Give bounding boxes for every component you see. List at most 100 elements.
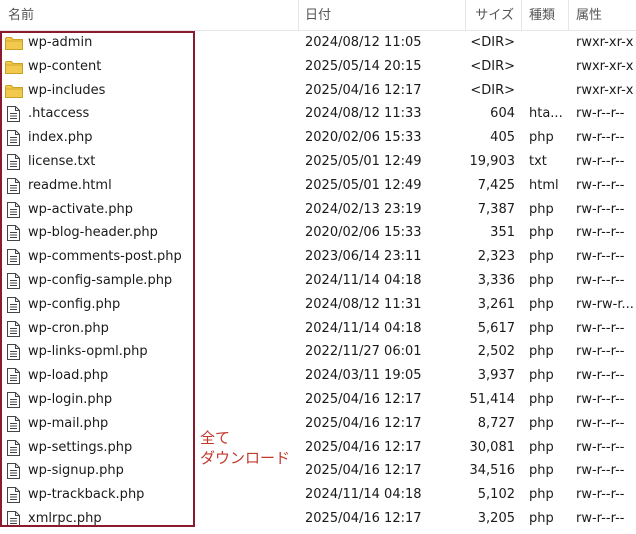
file-size: <DIR> <box>470 35 515 50</box>
file-row[interactable]: wp-config-sample.php 2024/11/14 04:18 3,33… <box>0 269 636 293</box>
file-date: 2023/06/14 23:11 <box>305 249 422 265</box>
file-name: wp-config-sample.php <box>28 272 173 288</box>
column-divider[interactable] <box>521 0 522 30</box>
file-row[interactable]: readme.html 2025/05/01 12:49 7,425 html rw-r… <box>0 174 636 198</box>
file-row[interactable]: wp-activate.php 2024/02/13 23:19 7,387 php r… <box>0 198 636 222</box>
file-row[interactable]: wp-config.php 2024/08/12 11:31 3,261 php rw-… <box>0 293 636 317</box>
file-icon <box>5 507 23 531</box>
file-name: wp-trackback.php <box>28 487 145 503</box>
file-date: 2024/03/11 19:05 <box>305 368 422 384</box>
file-row[interactable]: .htaccess 2024/08/12 11:33 604 hta... rw-r--… <box>0 102 636 126</box>
file-attributes: rw-r--r-- <box>576 249 625 265</box>
file-attributes: rw-r--r-- <box>576 391 625 407</box>
file-row[interactable]: wp-links-opml.php 2022/11/27 06:01 2,502 ph… <box>0 340 636 364</box>
file-row[interactable]: license.txt 2025/05/01 12:49 19,903 txt rw-r… <box>0 150 636 174</box>
file-name: wp-config.php <box>28 296 121 312</box>
file-row[interactable]: wp-mail.php 2025/04/16 12:17 8,727 php rw-r-… <box>0 412 636 436</box>
file-size: 5,102 <box>477 487 515 503</box>
file-date: 2024/08/12 11:05 <box>305 35 422 50</box>
file-name: wp-links-opml.php <box>28 344 148 360</box>
file-date: 2025/04/16 12:17 <box>305 82 422 98</box>
file-icon <box>5 412 23 436</box>
file-type: php <box>529 130 554 146</box>
file-row[interactable]: index.php 2020/02/06 15:33 405 php rw-r--r-- <box>0 126 636 150</box>
file-row[interactable]: wp-load.php 2024/03/11 19:05 3,937 php rw-r-… <box>0 364 636 388</box>
file-type: php <box>529 320 554 336</box>
file-size: 3,937 <box>477 368 515 384</box>
file-row[interactable]: wp-login.php 2025/04/16 12:17 51,414 php rw-… <box>0 388 636 412</box>
file-size: 3,336 <box>477 272 515 288</box>
file-size: 7,387 <box>477 201 515 217</box>
file-name: readme.html <box>28 177 112 193</box>
file-name: wp-signup.php <box>28 463 124 479</box>
column-header-date[interactable]: 日付 <box>305 0 331 30</box>
file-row[interactable]: wp-admin 2024/08/12 11:05 <DIR> rwxr-xr-x <box>0 31 636 55</box>
file-type: php <box>529 201 554 217</box>
file-attributes: rw-r--r-- <box>576 439 625 455</box>
file-attributes: rwxr-xr-x <box>576 35 634 50</box>
column-header-size[interactable]: サイズ <box>470 0 514 30</box>
file-date: 2025/04/16 12:17 <box>305 415 422 431</box>
file-type: php <box>529 510 554 526</box>
file-icon <box>5 150 23 174</box>
file-type: php <box>529 415 554 431</box>
file-row[interactable]: wp-content 2025/05/14 20:15 <DIR> rwxr-xr-x <box>0 55 636 79</box>
file-icon <box>5 221 23 245</box>
file-size: 30,081 <box>469 439 516 455</box>
file-date: 2024/11/14 04:18 <box>305 272 422 288</box>
file-attributes: rwxr-xr-x <box>576 82 634 98</box>
file-size: <DIR> <box>470 58 515 74</box>
file-name: wp-settings.php <box>28 439 133 455</box>
file-attributes: rwxr-xr-x <box>576 58 634 74</box>
file-date: 2024/08/12 11:33 <box>305 106 422 122</box>
file-date: 2020/02/06 15:33 <box>305 225 422 241</box>
file-row[interactable]: wp-blog-header.php 2020/02/06 15:33 351 php… <box>0 221 636 245</box>
file-size: 604 <box>490 106 515 122</box>
file-size: 3,261 <box>477 296 515 312</box>
column-header-attributes[interactable]: 属性 <box>576 0 602 30</box>
file-size: 2,323 <box>477 249 515 265</box>
folder-icon <box>5 79 23 103</box>
file-type: php <box>529 296 554 312</box>
file-size: 8,727 <box>477 415 515 431</box>
column-header-name[interactable]: 名前 <box>8 0 34 30</box>
file-type: hta... <box>529 106 563 122</box>
column-divider[interactable] <box>298 0 299 30</box>
file-size: 351 <box>490 225 515 241</box>
file-icon <box>5 317 23 341</box>
file-row[interactable]: wp-settings.php 2025/04/16 12:17 30,081 php… <box>0 436 636 460</box>
file-name: wp-cron.php <box>28 320 109 336</box>
column-header-type[interactable]: 種類 <box>529 0 555 30</box>
file-type: txt <box>529 153 547 169</box>
file-attributes: rw-r--r-- <box>576 177 625 193</box>
file-attributes: rw-r--r-- <box>576 415 625 431</box>
file-attributes: rw-r--r-- <box>576 320 625 336</box>
file-name: .htaccess <box>28 106 90 122</box>
file-type: php <box>529 249 554 265</box>
file-row[interactable]: wp-cron.php 2024/11/14 04:18 5,617 php rw-r-… <box>0 317 636 341</box>
file-list-header: 名前 日付 サイズ 種類 属性 <box>0 0 636 31</box>
file-date: 2025/05/01 12:49 <box>305 177 422 193</box>
file-row[interactable]: wp-trackback.php 2024/11/14 04:18 5,102 php… <box>0 483 636 507</box>
file-date: 2024/11/14 04:18 <box>305 320 422 336</box>
file-attributes: rw-r--r-- <box>576 487 625 503</box>
file-date: 2025/04/16 12:17 <box>305 391 422 407</box>
file-row[interactable]: wp-comments-post.php 2023/06/14 23:11 2,32… <box>0 245 636 269</box>
file-name: wp-blog-header.php <box>28 225 158 241</box>
file-name: wp-content <box>28 58 102 74</box>
file-type <box>529 79 571 103</box>
file-icon <box>5 126 23 150</box>
column-divider[interactable] <box>465 0 466 30</box>
file-date: 2025/05/01 12:49 <box>305 153 422 169</box>
column-divider[interactable] <box>568 0 569 30</box>
file-icon <box>5 459 23 483</box>
file-attributes: rw-r--r-- <box>576 272 625 288</box>
file-row[interactable]: xmlrpc.php 2025/04/16 12:17 3,205 php rw-r--… <box>0 507 636 531</box>
file-row[interactable]: wp-signup.php 2025/04/16 12:17 34,516 php rw… <box>0 459 636 483</box>
file-icon <box>5 269 23 293</box>
file-attributes: rw-r--r-- <box>576 368 625 384</box>
file-name: wp-includes <box>28 82 106 98</box>
file-row[interactable]: wp-includes 2025/04/16 12:17 <DIR> rwxr-xr-… <box>0 79 636 103</box>
file-name: license.txt <box>28 153 96 169</box>
file-attributes: rw-r--r-- <box>576 201 625 217</box>
